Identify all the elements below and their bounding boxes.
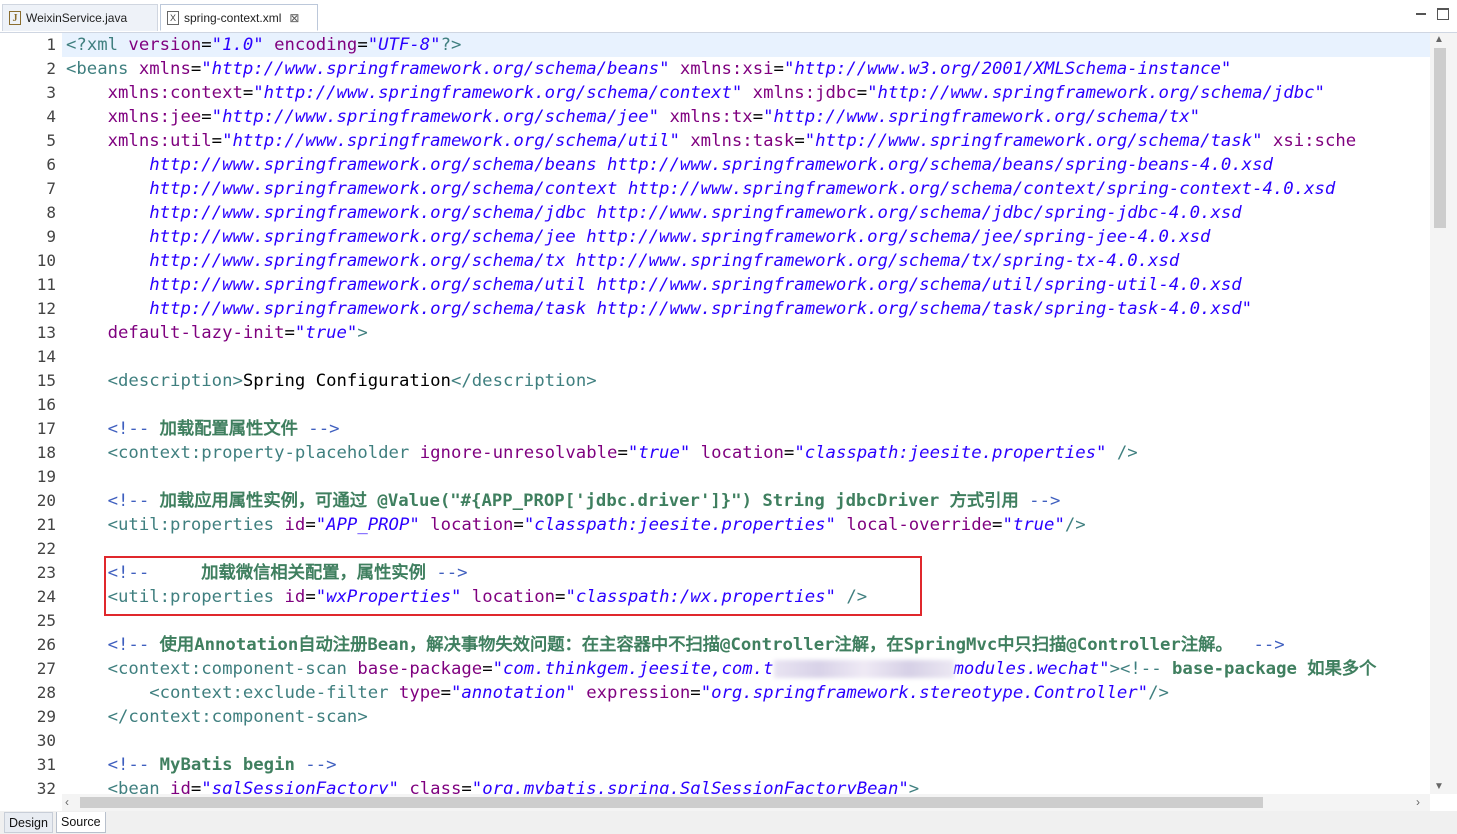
line-number: 3 <box>46 83 56 102</box>
line-number: 11 <box>36 275 56 294</box>
code-line-17[interactable]: <!-- 加载配置属性文件 --> <box>66 417 340 441</box>
code-line-31[interactable]: <!-- MyBatis begin --> <box>66 753 337 777</box>
code-line-5[interactable]: xmlns:util="http://www.springframework.o… <box>66 129 1357 153</box>
line-number: 6 <box>46 155 56 174</box>
line-number: 4 <box>46 107 56 126</box>
line-number: 1 <box>46 35 56 54</box>
code-line-32[interactable]: <bean id="sqlSessionFactory" class="org.… <box>66 777 920 794</box>
line-number: 18 <box>36 443 56 462</box>
line-number: 26 <box>36 635 56 654</box>
tab-spring-context-xml[interactable]: X spring-context.xml ⊠ <box>160 4 318 31</box>
redacted-blur <box>773 660 954 678</box>
code-line-2[interactable]: <beans xmlns="http://www.springframework… <box>66 57 1231 81</box>
code-line-27[interactable]: <context:component-scan base-package="co… <box>66 657 1377 681</box>
line-number: 28 <box>36 683 56 702</box>
code-line-1[interactable]: <?xml version="1.0" encoding="UTF-8"?> <box>66 33 461 57</box>
code-line-7[interactable]: http://www.springframework.org/schema/co… <box>66 177 1335 201</box>
line-number: 22 <box>36 539 56 558</box>
tab-weixinservice-java[interactable]: J WeixinService.java <box>2 4 158 31</box>
line-number: 8 <box>46 203 56 222</box>
line-number: 12 <box>36 299 56 318</box>
line-number: 21 <box>36 515 56 534</box>
line-number: 16 <box>36 395 56 414</box>
code-line-6[interactable]: http://www.springframework.org/schema/be… <box>66 153 1273 177</box>
line-number: 29 <box>36 707 56 726</box>
editor-mode-tabs: Design Source <box>0 811 1457 834</box>
scroll-up-icon[interactable]: ▲ <box>1434 34 1444 45</box>
tab-source[interactable]: Source <box>56 812 106 833</box>
code-line-8[interactable]: http://www.springframework.org/schema/jd… <box>66 201 1241 225</box>
tab-design[interactable]: Design <box>4 812 53 833</box>
horizontal-scroll-thumb[interactable] <box>80 797 1263 808</box>
line-number: 9 <box>46 227 56 246</box>
tab-label: spring-context.xml <box>184 10 282 25</box>
line-number: 32 <box>36 779 56 794</box>
line-number: 31 <box>36 755 56 774</box>
minimize-icon[interactable] <box>1415 8 1427 20</box>
line-number: 14 <box>36 347 56 366</box>
code-line-12[interactable]: http://www.springframework.org/schema/ta… <box>66 297 1252 321</box>
code-line-28[interactable]: <context:exclude-filter type="annotation… <box>66 681 1169 705</box>
line-number: 24 <box>36 587 56 606</box>
vertical-scroll-thumb[interactable] <box>1434 48 1446 228</box>
code-line-29[interactable]: </context:component-scan> <box>66 705 368 729</box>
line-number: 17 <box>36 419 56 438</box>
scroll-down-icon[interactable]: ▼ <box>1434 781 1444 792</box>
window-controls <box>1415 8 1449 20</box>
line-number: 30 <box>36 731 56 750</box>
annotation-highlight-box <box>104 556 922 616</box>
code-editor[interactable]: 1 2 3 4 5 6 7 8 9 10 11 12 13 14 15 16 17 18 19 20 21 22 23 24 2… <box>0 33 1430 794</box>
scroll-right-icon[interactable]: › <box>1416 795 1420 809</box>
maximize-icon[interactable] <box>1437 8 1449 20</box>
horizontal-scrollbar[interactable]: ‹ › <box>62 794 1430 811</box>
code-line-11[interactable]: http://www.springframework.org/schema/ut… <box>66 273 1241 297</box>
vertical-scrollbar[interactable]: ▲ ▼ <box>1430 33 1457 794</box>
code-line-3[interactable]: xmlns:context="http://www.springframewor… <box>66 81 1325 105</box>
line-number: 7 <box>46 179 56 198</box>
code-line-21[interactable]: <util:properties id="APP_PROP" location=… <box>66 513 1086 537</box>
editor-tab-bar: J WeixinService.java X spring-context.xm… <box>0 0 1457 33</box>
code-line-13[interactable]: default-lazy-init="true"> <box>66 321 368 345</box>
line-number: 19 <box>36 467 56 486</box>
tab-label: WeixinService.java <box>26 11 128 25</box>
scroll-left-icon[interactable]: ‹ <box>65 795 69 809</box>
line-number-gutter: 1 2 3 4 5 6 7 8 9 10 11 12 13 14 15 16 17 18 19 20 21 22 23 24 2… <box>0 33 56 794</box>
line-number: 2 <box>46 59 56 78</box>
code-line-9[interactable]: http://www.springframework.org/schema/je… <box>66 225 1210 249</box>
code-line-18[interactable]: <context:property-placeholder ignore-unr… <box>66 441 1138 465</box>
line-number: 20 <box>36 491 56 510</box>
java-file-icon: J <box>9 11 21 25</box>
close-tab-icon[interactable]: ⊠ <box>289 11 299 25</box>
line-number: 23 <box>36 563 56 582</box>
code-line-26[interactable]: <!-- 使用Annotation自动注册Bean，解决事物失效问题：在主容器中… <box>66 633 1285 657</box>
line-number: 25 <box>36 611 56 630</box>
line-number: 15 <box>36 371 56 390</box>
code-line-10[interactable]: http://www.springframework.org/schema/tx… <box>66 249 1179 273</box>
line-number: 13 <box>36 323 56 342</box>
line-number: 5 <box>46 131 56 150</box>
code-line-15[interactable]: <description>Spring Configuration</descr… <box>66 369 597 393</box>
code-line-4[interactable]: xmlns:jee="http://www.springframework.or… <box>66 105 1200 129</box>
code-line-20[interactable]: <!-- 加载应用属性实例，可通过 @Value("#{APP_PROP['jd… <box>66 489 1061 513</box>
line-number: 27 <box>36 659 56 678</box>
line-number: 10 <box>36 251 56 270</box>
xml-file-icon: X <box>167 10 179 25</box>
